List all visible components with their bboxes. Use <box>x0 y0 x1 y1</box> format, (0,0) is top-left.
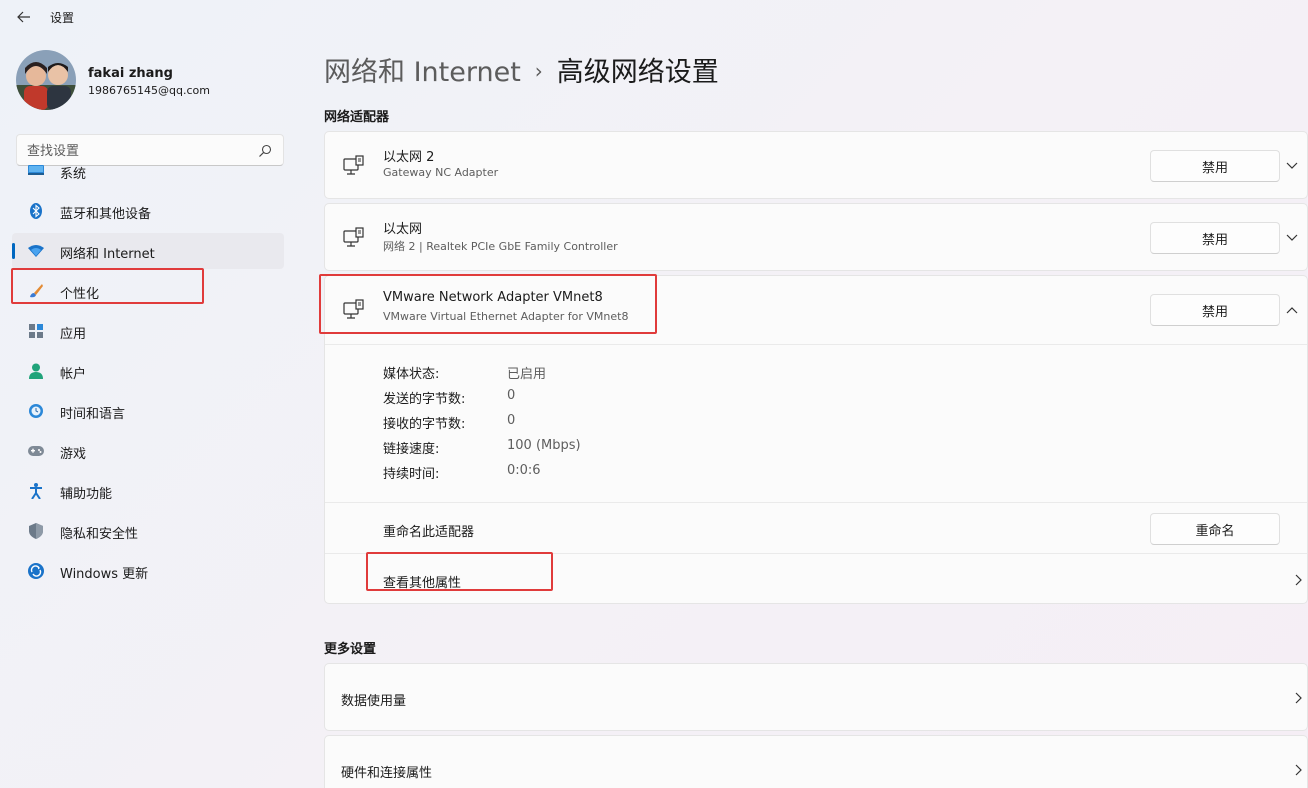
account-icon <box>28 363 44 379</box>
detail-label: 持续时间: <box>383 467 440 482</box>
sidebar-item-label: 应用 <box>60 327 87 342</box>
chevron-right-icon <box>1295 692 1302 704</box>
data-usage-row[interactable]: 数据使用量 <box>324 663 1308 731</box>
sidebar-item-system[interactable]: 系统 <box>12 153 284 189</box>
sidebar-item-label: 网络和 Internet <box>60 247 155 262</box>
adapter-header[interactable]: VMware Network Adapter VMnet8 VMware Vir… <box>325 276 1307 344</box>
hardware-properties-label: 硬件和连接属性 <box>341 766 433 781</box>
disable-button[interactable]: 禁用 <box>1150 294 1280 326</box>
sidebar-item-label: 辅助功能 <box>60 487 113 502</box>
wifi-icon <box>28 243 44 259</box>
sidebar-item-personalization[interactable]: 个性化 <box>12 273 284 309</box>
hardware-properties-row[interactable]: 硬件和连接属性 <box>324 735 1308 788</box>
adapter-details: 媒体状态: 已启用 发送的字节数: 0 接收的字节数: 0 链接速度: 100 … <box>325 344 1307 604</box>
detail-value: 0:0:6 <box>507 463 541 478</box>
sidebar-item-label: 个性化 <box>60 287 100 302</box>
detail-label: 链接速度: <box>383 442 440 457</box>
sidebar-item-label: 时间和语言 <box>60 407 126 422</box>
title-bar: 设置 <box>0 0 1308 36</box>
accessibility-icon <box>28 483 44 499</box>
sidebar-item-bluetooth[interactable]: 蓝牙和其他设备 <box>12 193 284 229</box>
shield-icon <box>28 523 44 539</box>
detail-value: 100 (Mbps) <box>507 438 581 453</box>
view-more-properties-label: 查看其他属性 <box>383 576 462 591</box>
sidebar-item-label: 蓝牙和其他设备 <box>60 207 152 222</box>
breadcrumb: 网络和 Internet › 高级网络设置 <box>324 50 719 89</box>
rename-button[interactable]: 重命名 <box>1150 513 1280 545</box>
page-title: 高级网络设置 <box>556 57 719 88</box>
ethernet-adapter-icon <box>343 227 364 247</box>
ethernet-adapter-icon <box>343 299 364 319</box>
adapter-name: 以太网 <box>383 222 423 237</box>
system-icon <box>28 163 44 179</box>
adapter-description: Gateway NC Adapter <box>383 166 499 179</box>
sidebar-item-accessibility[interactable]: 辅助功能 <box>12 473 284 509</box>
globe-clock-icon <box>28 403 44 419</box>
settings-window: 设置 fakai zhang 1986765145@qq.com 查找设置 系统… <box>0 0 1308 788</box>
adapter-description: VMware Virtual Ethernet Adapter for VMne… <box>383 310 629 323</box>
brush-icon <box>28 283 44 299</box>
gamepad-icon <box>28 443 44 459</box>
chevron-right-icon <box>1295 574 1302 586</box>
detail-value: 0 <box>507 388 516 403</box>
app-title: 设置 <box>50 11 75 25</box>
sidebar-item-privacy[interactable]: 隐私和安全性 <box>12 513 284 549</box>
breadcrumb-parent[interactable]: 网络和 Internet <box>324 57 521 88</box>
sidebar-item-label: 游戏 <box>60 447 87 462</box>
bluetooth-icon <box>28 203 44 219</box>
sidebar-item-accounts[interactable]: 帐户 <box>12 353 284 389</box>
detail-label: 媒体状态: <box>383 367 440 382</box>
sidebar-item-label: Windows 更新 <box>60 567 149 582</box>
detail-value: 已启用 <box>507 367 547 382</box>
chevron-down-icon[interactable] <box>1285 231 1299 245</box>
sidebar-item-label: 帐户 <box>60 367 87 382</box>
adapter-card[interactable]: 以太网 2 Gateway NC Adapter 禁用 <box>324 131 1308 199</box>
update-icon <box>28 563 44 579</box>
adapter-description: 网络 2 | Realtek PCIe GbE Family Controlle… <box>383 240 618 253</box>
avatar-image <box>16 50 76 110</box>
sidebar-nav: 系统 蓝牙和其他设备 网络和 Internet 个性化 应用 帐户 时间和语言 … <box>12 153 284 593</box>
adapter-card[interactable]: 以太网 网络 2 | Realtek PCIe GbE Family Contr… <box>324 203 1308 271</box>
selected-indicator <box>12 243 15 259</box>
detail-label: 接收的字节数: <box>383 417 466 432</box>
sidebar-item-label: 隐私和安全性 <box>60 527 139 542</box>
sidebar-item-apps[interactable]: 应用 <box>12 313 284 349</box>
detail-label: 发送的字节数: <box>383 392 466 407</box>
rename-adapter-label: 重命名此适配器 <box>383 525 475 540</box>
adapter-name: 以太网 2 <box>383 150 435 165</box>
user-email: 1986765145@qq.com <box>88 84 210 97</box>
avatar[interactable] <box>16 50 76 110</box>
section-title-more-settings: 更多设置 <box>324 642 377 657</box>
disable-button[interactable]: 禁用 <box>1150 222 1280 254</box>
back-arrow-icon <box>17 11 30 23</box>
apps-icon <box>28 323 44 339</box>
back-button[interactable] <box>12 6 36 28</box>
sidebar-item-network[interactable]: 网络和 Internet <box>12 233 284 269</box>
detail-value: 0 <box>507 413 516 428</box>
user-name: fakai zhang <box>88 66 173 81</box>
chevron-up-icon[interactable] <box>1285 303 1299 317</box>
sidebar-item-time-language[interactable]: 时间和语言 <box>12 393 284 429</box>
section-title-adapters: 网络适配器 <box>324 110 390 125</box>
ethernet-adapter-icon <box>343 155 364 175</box>
chevron-down-icon[interactable] <box>1285 159 1299 173</box>
disable-button[interactable]: 禁用 <box>1150 150 1280 182</box>
sidebar-item-windows-update[interactable]: Windows 更新 <box>12 553 284 589</box>
adapter-name: VMware Network Adapter VMnet8 <box>383 290 603 305</box>
data-usage-label: 数据使用量 <box>341 694 407 709</box>
sidebar-item-gaming[interactable]: 游戏 <box>12 433 284 469</box>
rename-adapter-row: 重命名此适配器 重命名 <box>325 502 1307 553</box>
chevron-right-icon <box>1295 764 1302 776</box>
breadcrumb-separator: › <box>534 59 543 83</box>
view-more-properties-row[interactable]: 查看其他属性 <box>325 553 1307 604</box>
sidebar-item-label: 系统 <box>60 167 87 182</box>
adapter-card-expanded: VMware Network Adapter VMnet8 VMware Vir… <box>324 275 1308 604</box>
main-content: 网络和 Internet › 高级网络设置 网络适配器 以太网 2 Gateway … <box>324 36 1308 788</box>
